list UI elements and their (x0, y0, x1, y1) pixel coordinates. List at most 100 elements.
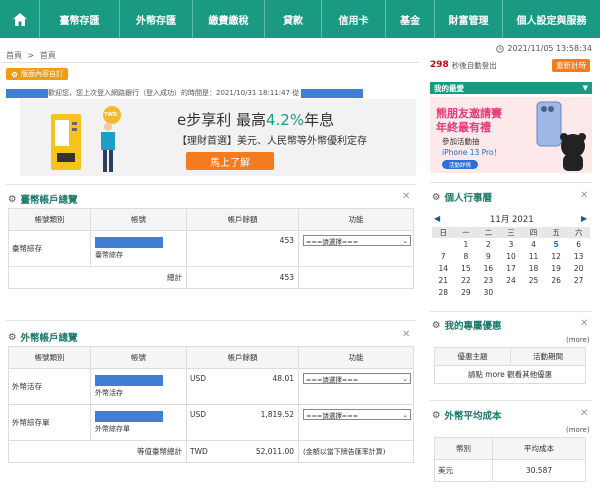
masked-account-number[interactable] (95, 411, 163, 422)
account-action-select[interactable]: ===請選擇=== ⌄ (303, 373, 411, 384)
nav-credit-card[interactable]: 信用卡 (322, 0, 386, 38)
calendar-day[interactable]: 15 (455, 262, 478, 274)
calendar-day[interactable]: 25 (522, 274, 545, 286)
calendar-month: 11月 2021 (490, 215, 534, 225)
close-icon[interactable]: ✕ (402, 329, 410, 340)
gear-icon[interactable]: ⚙ (8, 194, 17, 205)
calendar-day[interactable]: 1 (455, 238, 478, 250)
calendar-day[interactable]: 14 (432, 262, 455, 274)
twd-header-account: 帳號 (90, 208, 187, 231)
calendar-day[interactable]: 12 (545, 250, 568, 262)
twd-header-action: 功能 (298, 208, 414, 231)
calendar-day[interactable]: 13 (567, 250, 590, 262)
calendar-day[interactable]: 21 (432, 274, 455, 286)
gear-icon[interactable]: ⚙ (432, 320, 441, 331)
calendar-day[interactable]: 19 (545, 262, 568, 274)
total-label: 等值臺幣總計 (8, 440, 187, 463)
banner-learn-more-button[interactable]: 馬上了解 (186, 152, 274, 170)
account-action-select[interactable]: ===請選擇=== ⌄ (303, 409, 411, 420)
gear-icon[interactable]: ⚙ (8, 332, 17, 343)
gear-icon[interactable]: ⚙ (432, 410, 441, 421)
calendar-weekday: 日 (439, 228, 448, 237)
calendar-day[interactable]: 10 (500, 250, 523, 262)
nav-fund[interactable]: 基金 (386, 0, 435, 38)
promo-banner[interactable]: TWD e步享利 最高4.2%年息 【理財首選】美元、人民幣等外幣優利定存 馬上… (20, 99, 416, 176)
account-name: 臺幣綜存 (95, 251, 123, 259)
recount-button[interactable]: 重新計時 (552, 59, 590, 72)
account-balance: 48.01 (272, 374, 294, 383)
calendar-day[interactable]: 2 (477, 238, 500, 250)
masked-account-number[interactable] (95, 237, 163, 248)
close-icon[interactable]: ✕ (580, 190, 588, 201)
fx-header-account: 帳號 (90, 346, 187, 369)
calendar-day[interactable]: 4 (522, 238, 545, 250)
chevron-down-icon: ⌄ (402, 236, 408, 245)
fx-accounts-table: 帳號類別 帳號 帳戶餘額 功能 外幣活存 外幣活存 USD 48.01 ===請… (8, 346, 414, 463)
table-row: 外幣綜存單 外幣綜存單 USD 1,819.52 ===請選擇=== ⌄ (8, 404, 414, 441)
account-action-select[interactable]: ===請選擇=== ⌄ (303, 235, 411, 246)
calendar-day[interactable]: 29 (455, 286, 478, 298)
calendar-day[interactable]: 7 (432, 250, 455, 262)
close-icon[interactable]: ✕ (580, 408, 588, 419)
promo-card[interactable]: 熊朋友邀請賽 年終最有禮 參加活動抽 iPhone 13 Pro！ 活動詳情 (430, 97, 592, 173)
calendar-day[interactable]: 27 (567, 274, 590, 286)
fx-header-type: 帳號類別 (8, 346, 91, 369)
nav-fx[interactable]: 外幣存匯 (120, 0, 193, 38)
breadcrumb: 首頁 > 首頁 (6, 51, 56, 60)
calendar-day[interactable]: 18 (522, 262, 545, 274)
close-icon[interactable]: ✕ (402, 191, 410, 202)
calendar-day[interactable]: 16 (477, 262, 500, 274)
calendar-weekday: 四 (529, 228, 538, 237)
offers-title: ⚙ 我的專屬優惠 (432, 319, 502, 333)
fxcost-more-link[interactable]: (more) (566, 426, 590, 434)
account-name: 外幣活存 (95, 389, 123, 397)
total-currency: TWD (190, 447, 208, 456)
calendar-day[interactable]: 23 (477, 274, 500, 286)
gear-icon[interactable]: ⚙ (432, 192, 441, 203)
nav-twd[interactable]: 臺幣存匯 (40, 0, 120, 38)
calendar-day[interactable]: 20 (567, 262, 590, 274)
calendar-day[interactable]: 5 (545, 238, 568, 250)
calendar-day[interactable]: 9 (477, 250, 500, 262)
chevron-down-icon: ▼ (582, 84, 588, 92)
calendar-day[interactable]: 22 (455, 274, 478, 286)
calendar-day[interactable]: 24 (500, 274, 523, 286)
calendar-day[interactable]: 8 (455, 250, 478, 262)
calendar-day[interactable]: 28 (432, 286, 455, 298)
table-row: 外幣活存 外幣活存 USD 48.01 ===請選擇=== ⌄ (8, 368, 414, 405)
favorites-header[interactable]: 我的最愛 ▼ (430, 82, 592, 94)
total-note: (金額以當下牌告匯率計算) (298, 440, 414, 463)
calendar-day[interactable]: 6 (567, 238, 590, 250)
calendar-next[interactable]: ▶ (581, 214, 587, 223)
twd-header-balance: 帳戶餘額 (186, 208, 299, 231)
breadcrumb-home[interactable]: 首頁 (6, 51, 22, 60)
calendar-day[interactable]: 17 (500, 262, 523, 274)
calendar-day[interactable]: 26 (545, 274, 568, 286)
account-balance: 453 (186, 230, 299, 267)
calendar-day[interactable]: 11 (522, 250, 545, 262)
calendar-weekday: 一 (462, 228, 470, 237)
nav-wealth[interactable]: 財富管理 (435, 0, 503, 38)
account-type: 臺幣綜存 (8, 230, 91, 267)
calendar-day[interactable]: 3 (500, 238, 523, 250)
account-balance: 1,819.52 (260, 410, 294, 419)
nav-loan[interactable]: 貸款 (265, 0, 322, 38)
nav-payment[interactable]: 繳費繳稅 (193, 0, 265, 38)
account-currency: USD (190, 374, 207, 383)
account-name: 外幣綜存單 (95, 425, 130, 433)
nav-home[interactable] (0, 0, 40, 38)
calendar-prev[interactable]: ◀ (434, 214, 440, 223)
breadcrumb-current: 首頁 (39, 51, 56, 60)
masked-account-number[interactable] (95, 375, 163, 386)
custom-layout-button[interactable]: 版面內容自訂 (6, 68, 68, 80)
calendar-day (545, 286, 568, 298)
nav-settings[interactable]: 個人設定與服務 (503, 0, 600, 38)
offers-more-link[interactable]: (more) (566, 336, 590, 344)
promo-detail-button[interactable]: 活動詳情 (442, 160, 478, 169)
offers-header-period: 活動期間 (510, 347, 586, 366)
calendar-weekday: 三 (507, 228, 515, 237)
calendar-day[interactable]: 30 (477, 286, 500, 298)
close-icon[interactable]: ✕ (580, 318, 588, 329)
calendar-weekday: 六 (574, 228, 583, 237)
fxcost-table: 幣別 平均成本 美元 30.587 (434, 437, 586, 482)
